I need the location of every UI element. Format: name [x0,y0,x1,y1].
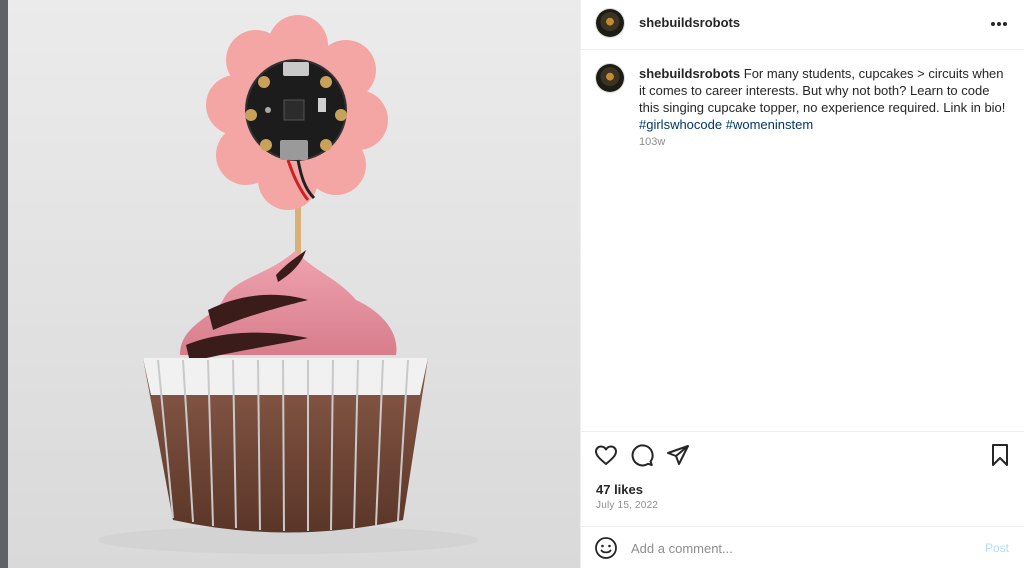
caption-timestamp[interactable]: 103w [639,136,665,148]
share-icon [667,445,689,465]
post-details-panel: shebuildsrobots shebuildsrobots For many… [580,0,1024,568]
post-header: shebuildsrobots [581,0,1024,50]
more-options-button[interactable] [989,14,1009,34]
caption-text: shebuildsrobots For many students, cupca… [639,65,1009,133]
heart-icon [595,445,617,465]
comment-button[interactable] [627,440,657,470]
post-comment-button[interactable]: Post [985,541,1009,555]
left-window-edge [0,0,8,568]
save-button[interactable] [985,440,1015,470]
likes-count[interactable]: 47 likes [596,482,643,497]
comment-form: Post [581,527,1024,568]
caption-avatar[interactable] [596,64,624,92]
bookmark-icon [992,444,1008,466]
more-horizontal-icon [991,22,995,26]
profile-avatar[interactable] [596,9,624,37]
post-date[interactable]: July 15, 2022 [596,500,658,511]
emoji-icon[interactable] [594,536,618,560]
caption-username[interactable]: shebuildsrobots [639,66,740,81]
comment-input[interactable] [631,537,971,559]
post-image[interactable] [8,0,580,568]
comment-icon [631,444,654,467]
hashtag-girlswhocode[interactable]: #girlswhocode [639,117,722,132]
post-username[interactable]: shebuildsrobots [639,15,740,30]
flower-topper [206,15,388,210]
hashtag-womeninstem[interactable]: #womeninstem [726,117,813,132]
like-button[interactable] [591,440,621,470]
cupcake-photo [8,0,580,568]
share-button[interactable] [663,440,693,470]
cupcake-liner [143,358,428,533]
action-bar [581,440,1024,472]
divider [581,431,1024,432]
